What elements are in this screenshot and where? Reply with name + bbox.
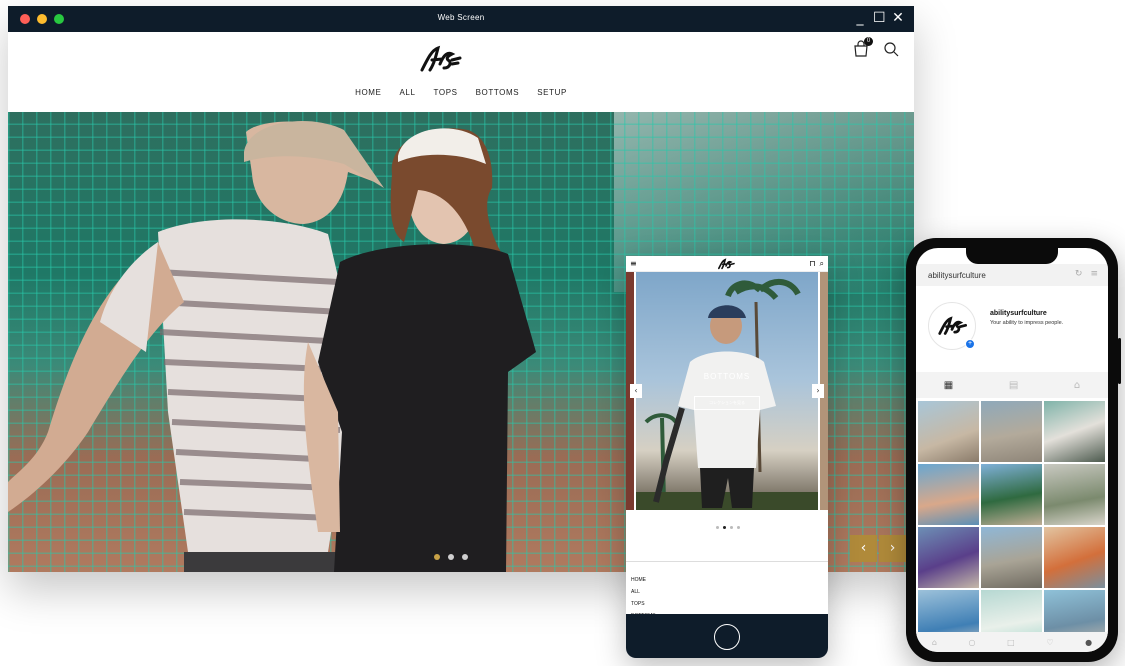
profile-icon[interactable]: ● xyxy=(1085,638,1092,647)
title-bar: Web Screen _ ☐ ✕ xyxy=(8,6,914,32)
phone-mockup: abilitysurfculture ↻ ≡ + abilitysurfcult… xyxy=(906,238,1121,662)
tablet-menu: HOME ALL TOPS BOTTOMS xyxy=(626,561,828,622)
nav-all[interactable]: ALL xyxy=(400,88,416,97)
home-icon[interactable]: ⌂ xyxy=(932,638,937,647)
profile-bio: Your ability to impress people. xyxy=(990,320,1064,326)
menu-icon[interactable]: ≡ xyxy=(630,260,637,268)
tablet-dot-1[interactable] xyxy=(716,526,719,529)
tablet-slide[interactable]: BOTTOMS コレクションを見る xyxy=(636,272,818,510)
minimize-icon[interactable]: _ xyxy=(854,9,866,27)
hero-dot-3[interactable] xyxy=(462,554,468,560)
tablet-slide-photo xyxy=(636,278,818,510)
feed-icon[interactable]: ▤ xyxy=(1009,380,1018,391)
search-icon[interactable]: ⌕ xyxy=(820,259,824,269)
tablet-dot-2[interactable] xyxy=(723,526,726,529)
chevron-left-icon[interactable]: ‹ xyxy=(850,535,877,562)
device-mockup-scene: Web Screen _ ☐ ✕ 0 HOME ALL TOPS BOTTOMS… xyxy=(0,0,1125,666)
grid-photo[interactable] xyxy=(1044,527,1105,588)
tablet-dot-3[interactable] xyxy=(730,526,733,529)
grid-photo[interactable] xyxy=(918,401,979,462)
add-icon[interactable]: □ xyxy=(1007,638,1015,647)
search-icon[interactable]: ○ xyxy=(969,638,976,647)
main-nav: HOME ALL TOPS BOTTOMS SETUP xyxy=(8,88,914,97)
tagged-icon[interactable]: ⌂ xyxy=(1074,380,1080,391)
tablet-mockup: ≡ ⊓ ⌕ BOTTOMS コレクションを見る ‹ › HOME ALL TOP… xyxy=(626,256,828,658)
tablet-header: ≡ ⊓ ⌕ xyxy=(626,256,828,272)
tablet-bezel-bottom xyxy=(626,614,828,658)
grid-photo[interactable] xyxy=(1044,464,1105,525)
tablet-nav-tops[interactable]: TOPS xyxy=(631,598,823,610)
cart-count-badge: 0 xyxy=(864,37,873,46)
add-story-icon[interactable]: + xyxy=(965,339,975,349)
close-icon[interactable]: ✕ xyxy=(892,9,904,27)
brand-logo[interactable] xyxy=(418,44,462,74)
avatar-brand-logo xyxy=(938,316,967,335)
header-icons: 0 xyxy=(852,37,900,58)
window-title: Web Screen xyxy=(437,13,485,22)
grid-photo[interactable] xyxy=(918,527,979,588)
home-button-icon[interactable] xyxy=(714,624,740,650)
grid-photo[interactable] xyxy=(981,527,1042,588)
grid-photo[interactable] xyxy=(981,401,1042,462)
grid-icon[interactable]: ▦ xyxy=(944,380,953,391)
profile-top-bar: abilitysurfculture ↻ ≡ xyxy=(916,264,1108,286)
hero-pagination xyxy=(434,554,468,560)
nav-bottoms[interactable]: BOTTOMS xyxy=(476,88,520,97)
tablet-nav-home[interactable]: HOME xyxy=(631,574,823,586)
cart-icon[interactable]: 0 xyxy=(852,37,873,58)
heart-icon[interactable]: ♡ xyxy=(1046,638,1053,647)
profile-tabs: ▦ ▤ ⌂ xyxy=(916,372,1108,398)
nav-home[interactable]: HOME xyxy=(355,88,381,97)
profile-name: abilitysurfculture xyxy=(990,310,1047,317)
phone-notch xyxy=(966,248,1058,264)
search-icon[interactable] xyxy=(882,40,900,58)
hero-dot-1[interactable] xyxy=(434,554,440,560)
profile-handle: abilitysurfculture xyxy=(928,271,986,280)
grid-photo[interactable] xyxy=(1044,401,1105,462)
hero-dot-2[interactable] xyxy=(448,554,454,560)
hero-arrows: ‹ › xyxy=(850,535,906,562)
photo-grid xyxy=(918,401,1106,651)
tablet-brand-logo[interactable] xyxy=(716,258,736,270)
chevron-right-icon[interactable]: › xyxy=(879,535,906,562)
site-header: 0 HOME ALL TOPS BOTTOMS SETUP xyxy=(8,32,914,112)
menu-icon[interactable]: ≡ xyxy=(1090,269,1098,279)
phone-bottom-nav: ⌂ ○ □ ♡ ● xyxy=(916,632,1108,652)
grid-photo[interactable] xyxy=(981,464,1042,525)
maximize-icon[interactable]: ☐ xyxy=(873,9,886,27)
refresh-icon[interactable]: ↻ xyxy=(1075,269,1083,279)
tablet-header-icons: ⊓ ⌕ xyxy=(809,259,824,269)
tablet-slide-button[interactable]: コレクションを見る xyxy=(694,396,760,410)
nav-tops[interactable]: TOPS xyxy=(434,88,458,97)
tablet-nav-all[interactable]: ALL xyxy=(631,586,823,598)
profile-top-icons: ↻ ≡ xyxy=(1075,269,1098,279)
nav-setup[interactable]: SETUP xyxy=(537,88,567,97)
cart-icon[interactable]: ⊓ xyxy=(809,259,815,269)
phone-side-button xyxy=(1118,338,1121,384)
phone-screen: abilitysurfculture ↻ ≡ + abilitysurfcult… xyxy=(916,248,1108,652)
tablet-dot-4[interactable] xyxy=(737,526,740,529)
tablet-pagination xyxy=(716,526,740,529)
chevron-right-icon[interactable]: › xyxy=(812,384,824,398)
window-controls: _ ☐ ✕ xyxy=(854,9,904,27)
tablet-slide-title: BOTTOMS xyxy=(703,372,751,381)
grid-photo[interactable] xyxy=(918,464,979,525)
avatar[interactable]: + xyxy=(928,302,976,350)
chevron-left-icon[interactable]: ‹ xyxy=(630,384,642,398)
hero-photo-models xyxy=(8,121,536,572)
